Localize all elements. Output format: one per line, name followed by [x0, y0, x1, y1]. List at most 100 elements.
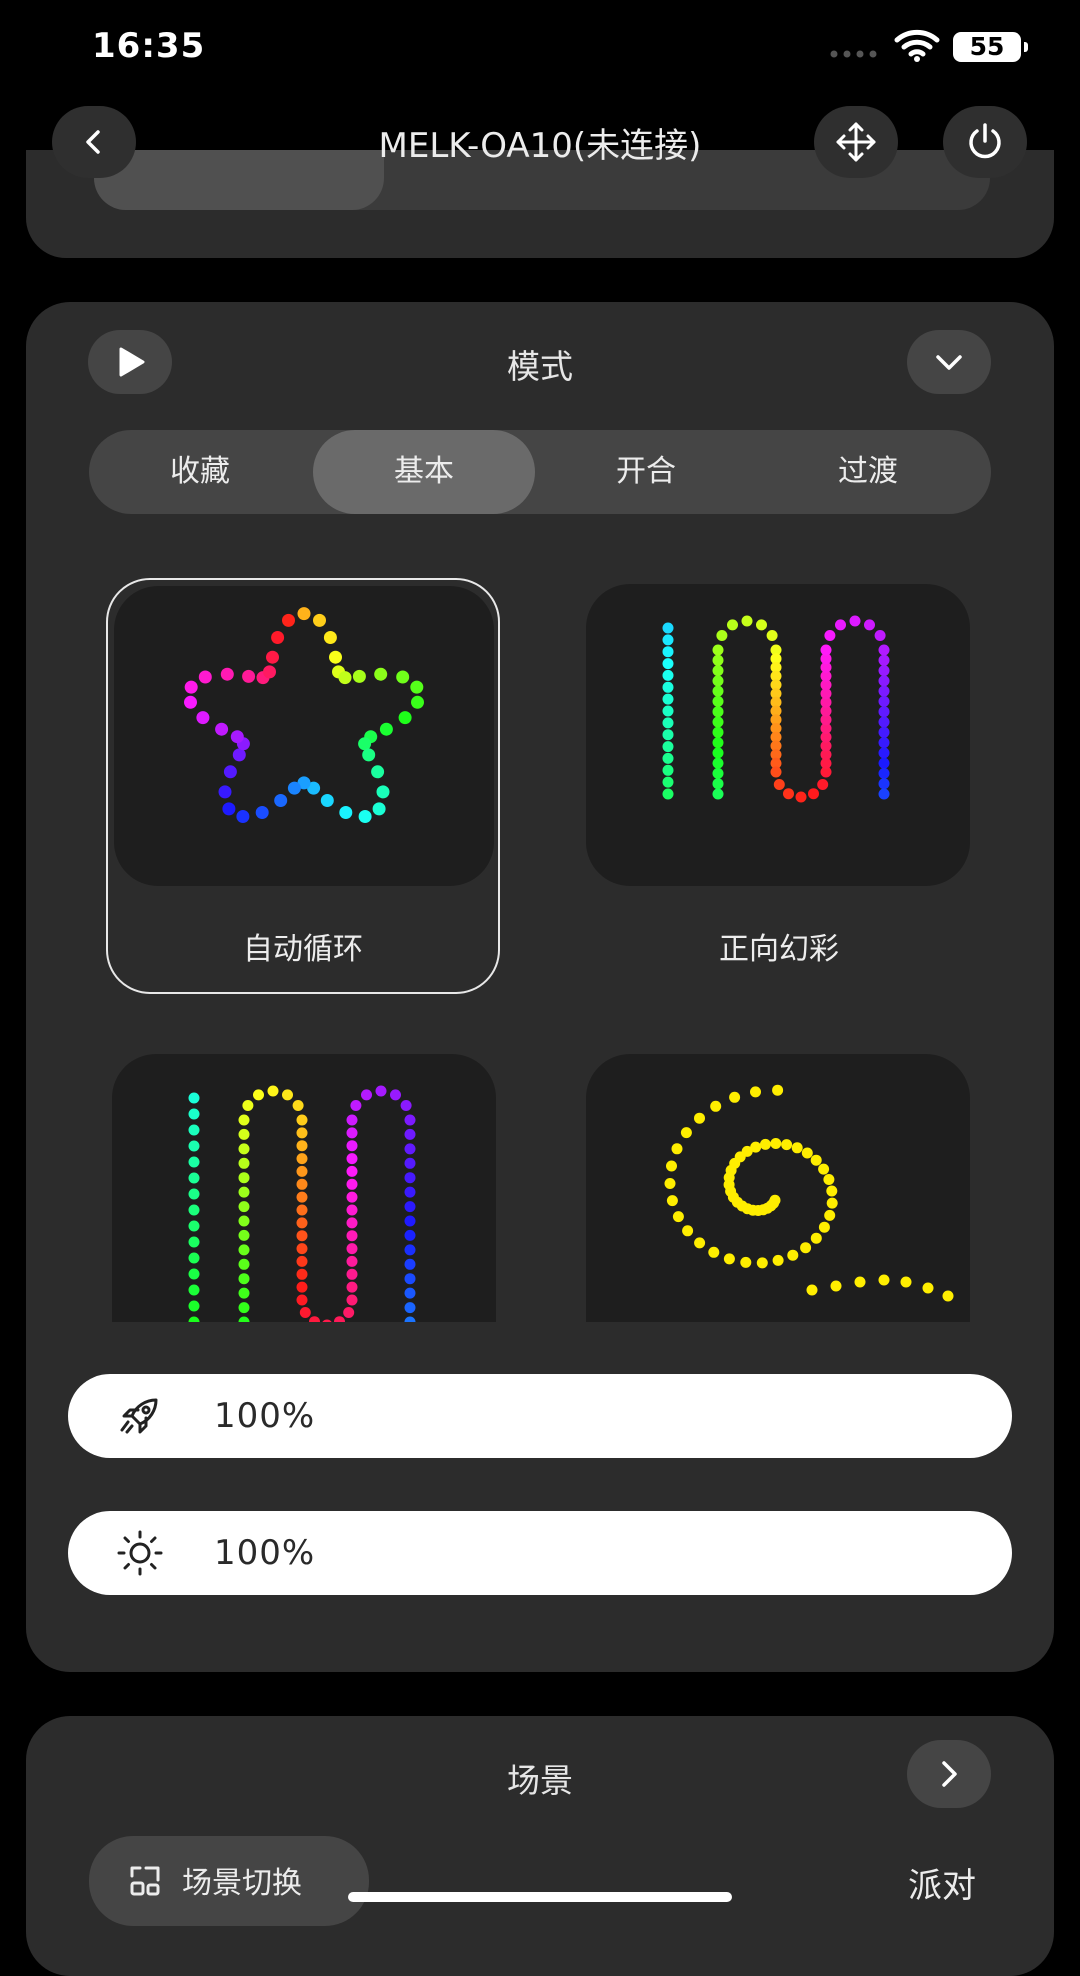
- led-dot: [878, 665, 890, 677]
- led-dot: [296, 1114, 308, 1126]
- scene-section-title: 场景: [507, 1761, 573, 1800]
- led-dot: [404, 1287, 416, 1299]
- led-dot: [282, 613, 295, 627]
- led-dot: [878, 685, 890, 697]
- power-icon: [969, 123, 1001, 159]
- led-dot: [238, 1201, 250, 1213]
- led-dot: [188, 1300, 200, 1312]
- led-dot: [787, 1249, 799, 1261]
- led-dot: [824, 630, 836, 641]
- brightness-slider[interactable]: 100%: [68, 1511, 1012, 1595]
- led-dot: [375, 1085, 387, 1097]
- led-dot: [662, 622, 674, 634]
- led-dot: [253, 1089, 264, 1101]
- led-dot: [299, 1307, 311, 1318]
- led-dot: [878, 675, 890, 687]
- led-dot: [346, 1165, 358, 1177]
- led-dot: [346, 1153, 358, 1165]
- mode-preview-flower: [114, 586, 494, 886]
- power-button[interactable]: [943, 106, 1027, 178]
- led-dot: [878, 747, 890, 759]
- led-dot: [350, 1100, 362, 1111]
- move-button[interactable]: [814, 106, 898, 178]
- led-dot: [297, 607, 311, 621]
- mode-tile-3[interactable]: [112, 1054, 496, 1322]
- led-dot: [817, 779, 829, 790]
- led-dot: [188, 1284, 200, 1296]
- tab-transition[interactable]: 过渡: [757, 430, 979, 514]
- mode-section-title: 模式: [507, 347, 573, 386]
- led-dot: [274, 794, 288, 807]
- led-dot: [188, 1092, 200, 1104]
- brightness-value: 100%: [214, 1533, 316, 1573]
- led-dot: [712, 767, 724, 779]
- led-dot: [188, 1156, 200, 1168]
- led-dot: [404, 1302, 416, 1314]
- led-dot: [854, 1276, 866, 1288]
- tab-favorites[interactable]: 收藏: [89, 430, 311, 514]
- rocket-icon: [120, 1398, 158, 1434]
- tab-open-close[interactable]: 开合: [535, 430, 757, 514]
- led-dot: [188, 1220, 200, 1232]
- led-dot: [411, 695, 424, 709]
- led-dot: [242, 669, 256, 683]
- led-dot: [759, 1138, 771, 1150]
- led-dot: [766, 630, 778, 641]
- mode-tile-forward-rainbow[interactable]: [586, 584, 970, 886]
- led-dot: [358, 810, 372, 823]
- led-dot: [671, 1143, 683, 1155]
- led-dot: [238, 1143, 250, 1155]
- cellular-signal-icon: [830, 50, 877, 58]
- led-dot: [662, 788, 674, 800]
- led-dot: [238, 1114, 250, 1126]
- led-dot: [810, 1154, 822, 1166]
- play-button[interactable]: [88, 330, 172, 394]
- led-dot: [404, 1244, 416, 1256]
- led-dot: [712, 685, 724, 697]
- collapse-button[interactable]: [907, 330, 991, 394]
- chevron-down-icon: [936, 355, 962, 370]
- current-scene-label[interactable]: 派对: [908, 1858, 976, 1907]
- led-dot: [404, 1157, 416, 1169]
- led-dot: [296, 1255, 308, 1267]
- led-dot: [188, 1124, 200, 1136]
- led-dot: [770, 766, 782, 778]
- led-dot: [296, 1165, 308, 1177]
- scene-next-button[interactable]: [907, 1740, 991, 1808]
- led-dot: [296, 1230, 308, 1242]
- mode-label-forward-rainbow: 正向幻彩: [719, 932, 839, 967]
- led-dot: [198, 670, 212, 684]
- flower-led-preview: [184, 607, 424, 823]
- led-dot: [296, 1140, 308, 1152]
- back-button[interactable]: [52, 106, 136, 178]
- led-dot: [238, 1287, 250, 1299]
- mode-tile-4[interactable]: [586, 1054, 970, 1322]
- led-dot: [296, 1281, 308, 1293]
- chevron-right-icon: [942, 1761, 957, 1787]
- led-dot: [410, 680, 424, 694]
- speed-slider[interactable]: 100%: [68, 1374, 1012, 1458]
- led-dot: [800, 1242, 812, 1254]
- led-dot: [864, 619, 875, 631]
- led-dot: [662, 729, 674, 741]
- led-dot: [710, 1100, 722, 1112]
- led-dot: [188, 1108, 200, 1120]
- led-dot: [824, 1209, 836, 1221]
- tab-basic[interactable]: 基本: [313, 430, 535, 514]
- led-dot: [346, 1140, 358, 1152]
- led-dot: [878, 1274, 890, 1286]
- led-dot: [662, 634, 674, 646]
- led-dot: [329, 650, 342, 664]
- led-dot: [662, 681, 674, 693]
- led-dot: [338, 671, 352, 685]
- led-dot: [339, 806, 353, 819]
- led-dot: [783, 788, 794, 800]
- led-dot: [942, 1290, 954, 1302]
- led-dot: [238, 1215, 250, 1227]
- led-dot: [729, 1091, 741, 1103]
- led-dot: [682, 1225, 694, 1237]
- led-dot: [756, 619, 767, 631]
- led-dot: [296, 1178, 308, 1190]
- speed-value: 100%: [214, 1396, 316, 1436]
- led-dot: [396, 670, 410, 684]
